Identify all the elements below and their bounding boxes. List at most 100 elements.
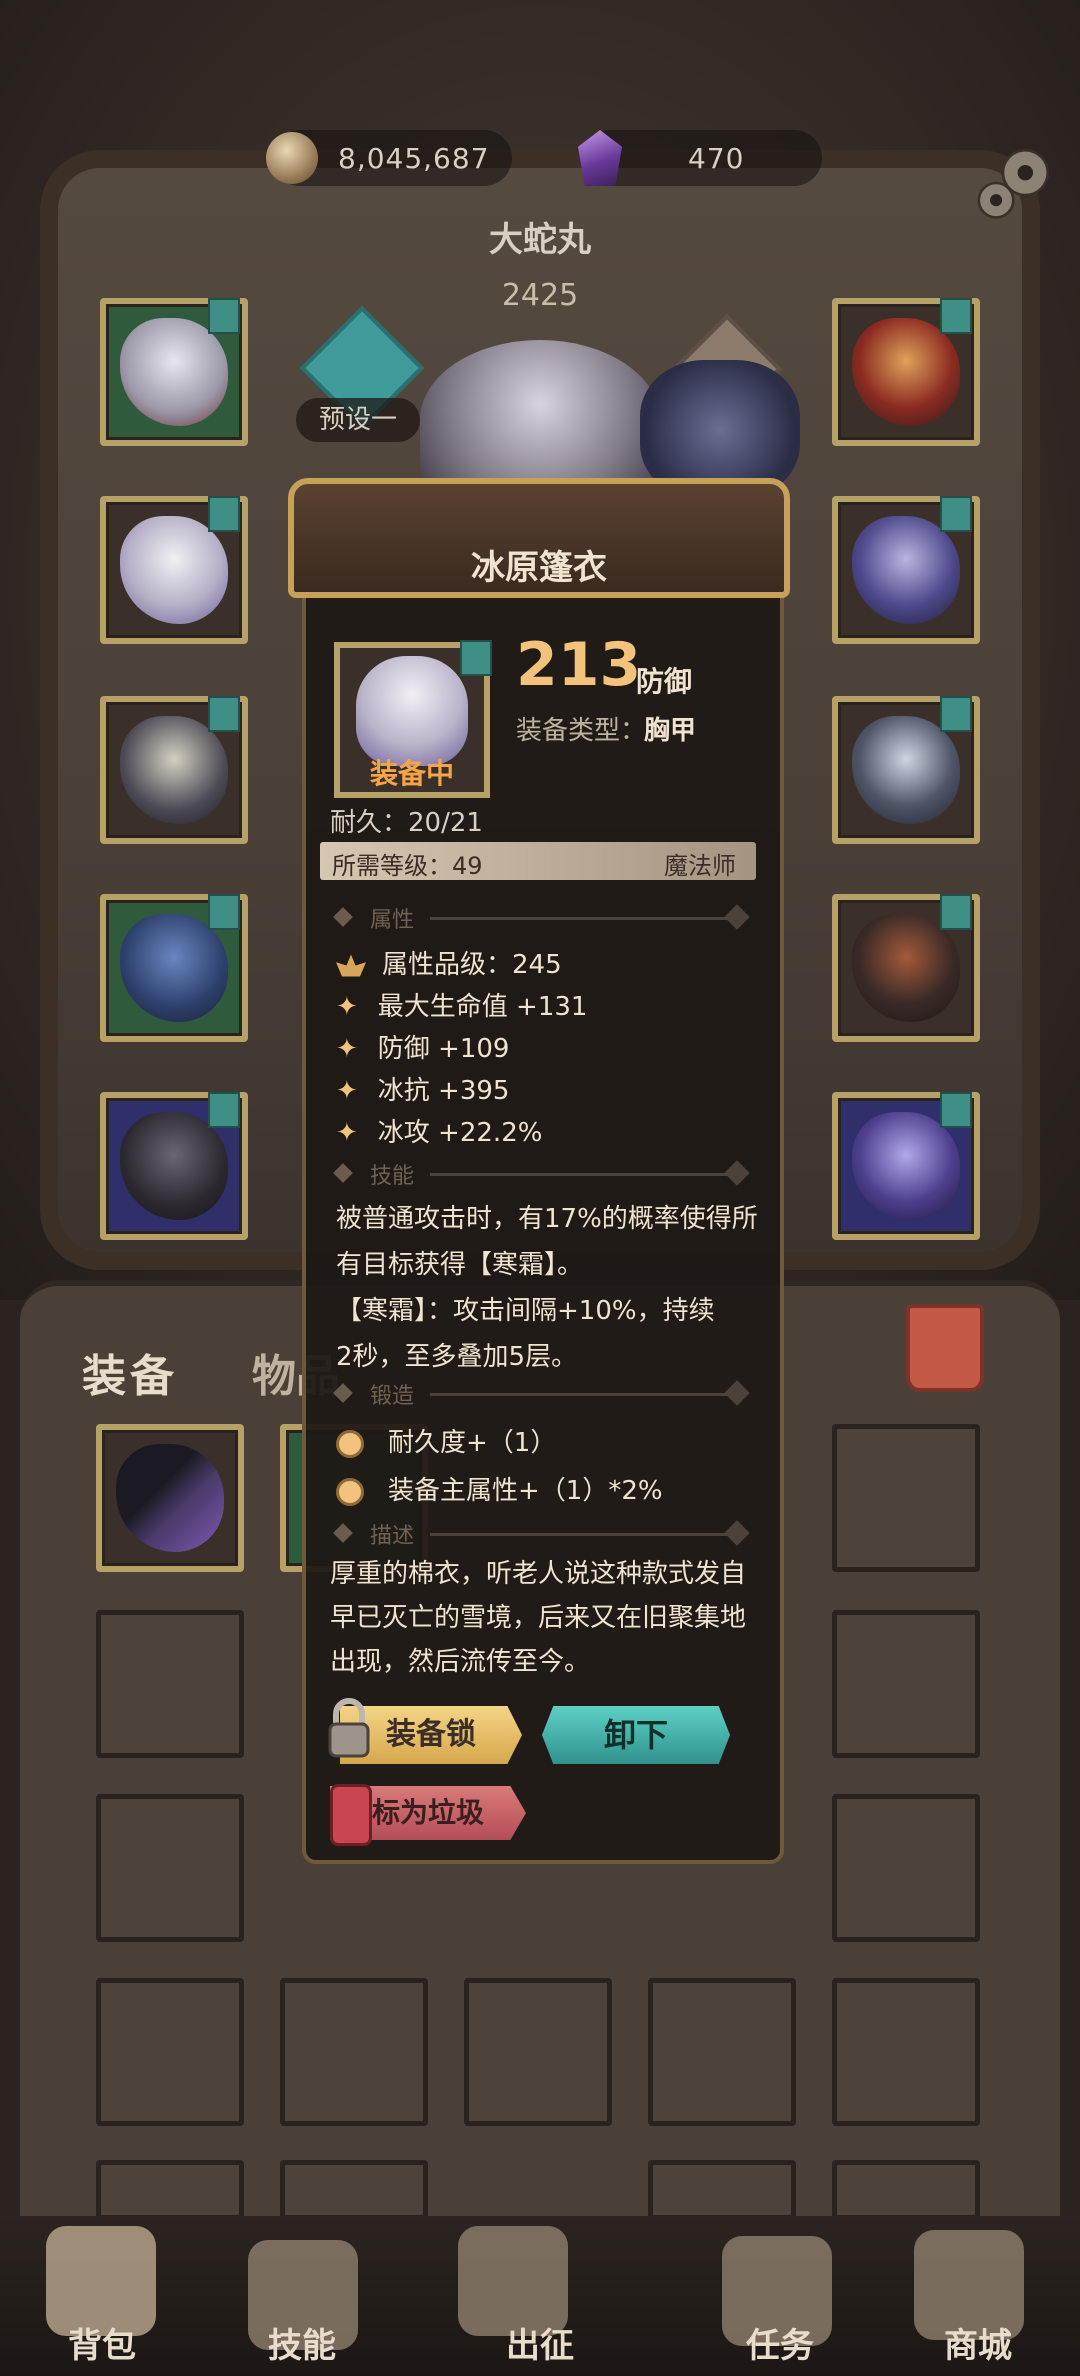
nav-shop[interactable]: 商城 [898, 2318, 1058, 2367]
slot-tag-icon [208, 298, 240, 334]
skill-line: 被普通攻击时，有17%的概率使得所 [336, 1204, 758, 1234]
slot-tag-icon [940, 894, 972, 930]
diamond-icon [724, 1380, 750, 1406]
inventory-slot-empty[interactable] [648, 2160, 796, 2220]
section-description: 描述 [333, 1520, 756, 1549]
sparkle-icon: ✦ [336, 1034, 358, 1064]
staff-item-icon [116, 1444, 224, 1552]
equip-slot-boots[interactable] [100, 1092, 248, 1240]
divider [430, 917, 730, 920]
required-class: 魔法师 [664, 852, 736, 880]
diamond-icon [724, 1520, 750, 1546]
divider [430, 1173, 730, 1176]
unequip-button[interactable]: 卸下 [542, 1706, 730, 1764]
skill-line: 有目标获得【寒霜】。 [336, 1250, 584, 1280]
inventory-slot-empty[interactable] [832, 1978, 980, 2126]
section-attributes: 属性 [333, 904, 756, 933]
inventory-slot-empty[interactable] [832, 1794, 980, 1942]
attribute-row: ✦ 最大生命值 +131 [336, 986, 587, 1023]
description-line: 出现，然后流传至今。 [330, 1647, 591, 1677]
attribute-row: ✦ 冰抗 +395 [336, 1070, 509, 1107]
section-label: 描述 [370, 1524, 415, 1549]
forge-row: 耐久度+（1） [336, 1422, 556, 1459]
hero-portrait [420, 340, 660, 500]
forge-dot-icon [336, 1477, 364, 1506]
slot-tag-icon [940, 696, 972, 732]
junk-icon [330, 1784, 372, 1846]
diamond-icon [724, 1160, 750, 1186]
spellbook-icon [852, 1112, 960, 1220]
equip-slot-gloves[interactable] [100, 696, 248, 844]
divider [430, 1533, 730, 1536]
slot-tag-icon [208, 894, 240, 930]
coin-icon [266, 132, 318, 184]
legs-icon [120, 914, 228, 1022]
skill-description: 被普通攻击时，有17%的概率使得所 有目标获得【寒霜】。 【寒霜】：攻击间隔+1… [336, 1196, 766, 1380]
item-description: 厚重的棉衣，听老人说这种款式发自 早已灭亡的雪境，后来又在旧聚集地 出现，然后流… [330, 1552, 770, 1684]
equipped-badge: 装备中 [369, 757, 454, 790]
section-skill: 技能 [333, 1160, 756, 1189]
durability: 耐久：20/21 [330, 808, 483, 838]
slot-tag-icon [208, 696, 240, 732]
trash-bin-icon[interactable] [906, 1304, 984, 1392]
attribute-row: ✦ 冰攻 +22.2% [336, 1112, 542, 1149]
skill-line: 2秒，至多叠加5层。 [336, 1342, 578, 1372]
nav-quests[interactable]: 任务 [700, 2318, 860, 2367]
nav-skills[interactable]: 技能 [222, 2318, 382, 2367]
equip-type-value: 胸甲 [644, 716, 697, 746]
diamond-icon [333, 1383, 353, 1403]
lock-icon [328, 1698, 370, 1758]
inventory-slot-empty[interactable] [464, 1978, 612, 2126]
nav-expedition[interactable]: 出征 [460, 2318, 620, 2367]
slot-tag-icon [208, 496, 240, 532]
equip-slot-legs[interactable] [100, 894, 248, 1042]
preset-selector[interactable]: 预设一 [296, 398, 420, 442]
main-stat-value: 213 [516, 630, 642, 700]
equip-slot-amulet[interactable] [832, 298, 980, 446]
settings-gear-icon[interactable] [972, 140, 1058, 226]
equip-slot-helmet[interactable] [100, 298, 248, 446]
inventory-item[interactable] [96, 1424, 244, 1572]
inventory-slot-empty[interactable] [280, 1978, 428, 2126]
inventory-slot-empty[interactable] [96, 2160, 244, 2220]
slot-tag-icon [460, 640, 492, 676]
forge-row: 装备主属性+（1）*2% [336, 1470, 663, 1507]
slot-tag-icon [940, 1092, 972, 1128]
forge-text: 耐久度+（1） [388, 1428, 557, 1458]
section-forge: 锻造 [333, 1380, 756, 1409]
inventory-slot-empty[interactable] [96, 1794, 244, 1942]
inventory-slot-empty[interactable] [648, 1978, 796, 2126]
gem-amount: 470 [688, 141, 745, 175]
divider [430, 1393, 730, 1396]
gloves-icon [120, 716, 228, 824]
equip-slot-ring[interactable] [832, 496, 980, 644]
bracelet-icon [852, 716, 960, 824]
equip-slot-offhand[interactable] [832, 1092, 980, 1240]
inventory-slot-empty[interactable] [96, 1610, 244, 1758]
equip-slot-chest[interactable] [100, 496, 248, 644]
slot-tag-icon [208, 1092, 240, 1128]
hero-name: 大蛇丸 [489, 220, 591, 260]
inventory-slot-empty[interactable] [832, 2160, 980, 2220]
tab-equipment[interactable]: 装备 [82, 1340, 178, 1404]
inventory-slot-empty[interactable] [280, 2160, 428, 2220]
equip-slot-bracelet[interactable] [832, 696, 980, 844]
diamond-icon [333, 907, 353, 927]
inventory-slot-empty[interactable] [832, 1424, 980, 1572]
item-title: 冰原篷衣 [471, 548, 607, 588]
hero-power: 2425 [501, 278, 579, 313]
inventory-slot-empty[interactable] [832, 1610, 980, 1758]
nav-backpack[interactable]: 背包 [22, 2318, 182, 2367]
sparkle-icon: ✦ [336, 1076, 358, 1106]
attribute-grade-text: 属性品级：245 [382, 950, 562, 980]
diamond-icon [333, 1523, 353, 1543]
cloak-icon [120, 516, 228, 624]
sparkle-icon: ✦ [336, 992, 358, 1022]
equip-slot-weapon[interactable] [832, 894, 980, 1042]
staff-icon [852, 914, 960, 1022]
inventory-slot-empty[interactable] [96, 1978, 244, 2126]
forge-dot-icon [336, 1429, 364, 1458]
section-label: 锻造 [370, 1384, 415, 1409]
skill-line: 【寒霜】：攻击间隔+10%，持续 [336, 1296, 715, 1326]
required-level: 所需等级：49 [332, 852, 483, 880]
